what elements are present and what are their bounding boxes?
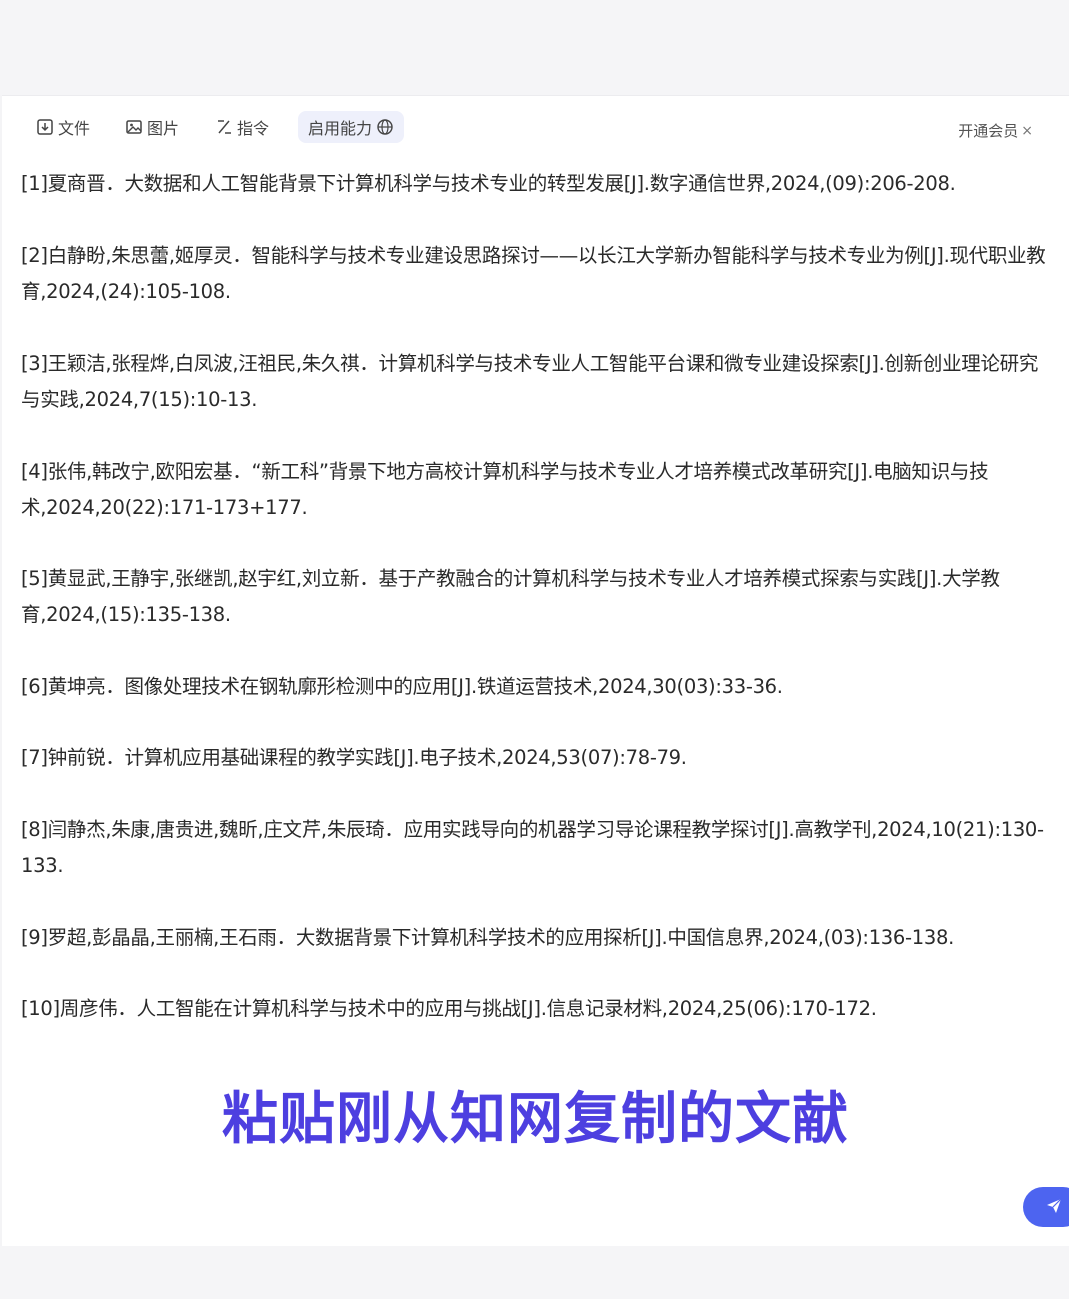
file-button-label: 文件 [58, 119, 91, 138]
image-button-label: 图片 [147, 119, 180, 138]
reference-item[interactable]: [3]王颖洁,张程烨,白凤波,汪祖民,朱久祺．计算机科学与技术专业人工智能平台课… [21, 346, 1051, 418]
image-icon [125, 118, 143, 136]
editor-panel: 文件 图片 指令 启用能力 开通会员 × [1]夏商晋．大数据和人工智能背景下计… [2, 95, 1069, 1246]
reference-item[interactable]: [9]罗超,彭晶晶,王丽楠,王石雨．大数据背景下计算机科学技术的应用探析[J].… [21, 920, 1051, 956]
enable-ability-button[interactable]: 启用能力 [298, 111, 405, 143]
reference-item[interactable]: [7]钟前锐．计算机应用基础课程的教学实践[J].电子技术,2024,53(07… [21, 740, 1051, 776]
send-button[interactable] [1023, 1187, 1069, 1227]
top-blank-area [0, 0, 1069, 95]
command-button-label: 指令 [237, 119, 270, 138]
close-icon[interactable]: × [1021, 123, 1033, 139]
reference-item[interactable]: [2]白静盼,朱思蕾,姬厚灵．智能科学与技术专业建设思路探讨——以长江大学新办智… [21, 238, 1051, 310]
enable-ability-label: 启用能力 [308, 119, 373, 138]
reference-item[interactable]: [1]夏商晋．大数据和人工智能背景下计算机科学与技术专业的转型发展[J].数字通… [21, 166, 1051, 202]
vip-label: 开通会员 [958, 122, 1019, 140]
file-button[interactable]: 文件 [36, 116, 90, 138]
editor-toolbar: 文件 图片 指令 启用能力 开通会员 × [2, 106, 1069, 148]
command-button[interactable]: 指令 [215, 116, 269, 138]
reference-item[interactable]: [5]黄显武,王静宇,张继凯,赵宇红,刘立新．基于产教融合的计算机科学与技术专业… [21, 561, 1051, 633]
overlay-caption: 粘贴刚从知网复制的文献 [222, 1087, 849, 1152]
bottom-blank-area [0, 1246, 1069, 1299]
reference-item[interactable]: [8]闫静杰,朱康,唐贵进,魏昕,庄文芹,朱辰琦．应用实践导向的机器学习导论课程… [21, 812, 1051, 884]
vip-upgrade-link[interactable]: 开通会员 × [958, 120, 1033, 141]
file-icon [36, 118, 54, 136]
reference-item[interactable]: [4]张伟,韩改宁,欧阳宏基．“新工科”背景下地方高校计算机科学与技术专业人才培… [21, 454, 1051, 526]
reference-item[interactable]: [6]黄坤亮．图像处理技术在钢轨廓形检测中的应用[J].铁道运营技术,2024,… [21, 669, 1051, 705]
command-icon [215, 118, 233, 136]
reference-item[interactable]: [10]周彦伟．人工智能在计算机科学与技术中的应用与挑战[J].信息记录材料,2… [21, 991, 1051, 1027]
image-button[interactable]: 图片 [125, 116, 179, 138]
globe-icon [376, 118, 394, 136]
